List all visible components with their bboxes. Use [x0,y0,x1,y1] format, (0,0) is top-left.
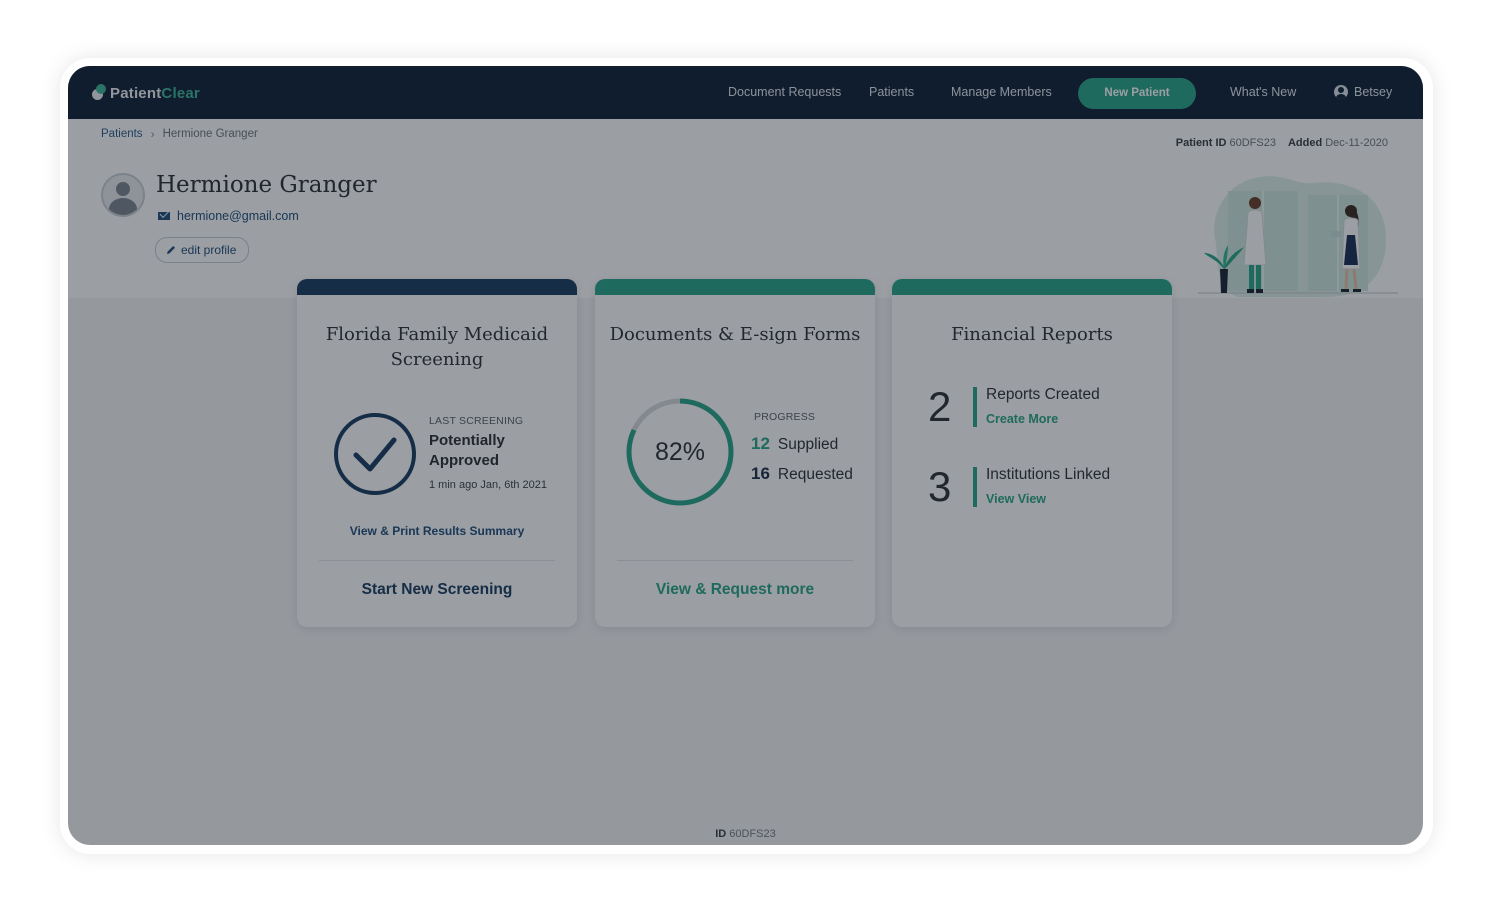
patient-meta: Patient ID 60DFS23 Added Dec-11-2020 [1176,137,1388,149]
financial-card: Financial Reports 2 Reports Created Crea… [892,279,1172,627]
reports-count: 2 [928,383,952,430]
patient-id-value: 60DFS23 [1229,137,1276,149]
avatar [101,173,145,217]
card-divider [617,560,853,561]
institutions-accent [973,467,977,507]
card-divider [319,560,555,561]
nav-patients[interactable]: Patients [869,85,914,99]
reports-label: Reports Created [986,386,1100,403]
user-menu[interactable]: Betsey [1334,85,1392,99]
added-value: Dec-11-2020 [1325,137,1388,149]
documents-title: Documents & E-sign Forms [609,324,861,345]
financial-title: Financial Reports [951,324,1113,345]
create-more-link[interactable]: Create More [986,412,1058,426]
patient-name: Hermione Granger [156,172,377,198]
requested-label: Requested [777,466,853,483]
breadcrumb: Patients › Hermione Granger [101,127,258,141]
screening-status: Potentially Approved [429,432,505,469]
supplied-label: Supplied [777,436,839,453]
view-institutions-link[interactable]: View View [986,492,1046,506]
user-circle-icon [1334,85,1348,99]
progress-percent: 82% [654,438,706,466]
logo-icon [90,83,108,103]
app-screen: PatientClear Document Requests Patients … [68,66,1423,845]
added-label: Added [1287,137,1323,149]
screening-time: 1 min ago Jan, 6th 2021 [429,479,548,491]
institutions-label: Institutions Linked [986,466,1111,483]
card-accent-bar [892,279,1172,295]
chevron-right-icon: › [150,127,155,141]
logo[interactable]: PatientClear [90,82,200,104]
screening-card: Florida Family Medicaid Screening LAST S… [297,279,577,627]
doctors-illustration [1198,176,1398,298]
supplied-row: 12 Supplied [751,434,838,454]
progress-label: PROGRESS [754,411,816,423]
logo-text: PatientClear [110,84,200,102]
footer-id: ID 60DFS23 [68,828,1423,840]
top-nav: PatientClear Document Requests Patients … [68,66,1423,119]
nav-manage-members[interactable]: Manage Members [951,85,1052,99]
breadcrumb-patients-link[interactable]: Patients [101,128,143,140]
view-request-more-link[interactable]: View & Request more [595,581,875,599]
reports-accent [973,387,977,427]
requested-count: 16 [751,464,770,483]
institutions-count: 3 [928,463,952,510]
patient-id-label: Patient ID [1175,137,1227,149]
breadcrumb-current: Hermione Granger [162,128,258,140]
last-screening-label: LAST SCREENING [429,415,524,427]
user-name: Betsey [1354,85,1393,99]
edit-profile-button[interactable]: edit profile [155,237,250,263]
screening-title: Florida Family Medicaid Screening [325,324,549,370]
view-print-summary-link[interactable]: View & Print Results Summary [297,524,577,538]
supplied-count: 12 [751,434,770,453]
check-circle-icon [334,413,416,495]
nav-document-requests[interactable]: Document Requests [728,85,841,99]
card-accent-bar [595,279,875,295]
requested-row: 16 Requested [751,464,853,484]
card-accent-bar [297,279,577,295]
documents-card: Documents & E-sign Forms 82% PROGRESS 12… [595,279,875,627]
new-patient-button[interactable]: New Patient [1078,78,1196,109]
nav-whats-new[interactable]: What's New [1230,85,1296,99]
pencil-icon [167,246,175,254]
email-text: hermione@gmail.com [177,209,299,223]
envelope-icon [158,212,170,220]
patient-email[interactable]: hermione@gmail.com [158,209,299,223]
footer-id-value: 60DFS23 [729,828,776,840]
footer-id-label: ID [715,828,727,840]
edit-profile-label: edit profile [181,243,237,257]
start-new-screening-link[interactable]: Start New Screening [297,581,577,599]
